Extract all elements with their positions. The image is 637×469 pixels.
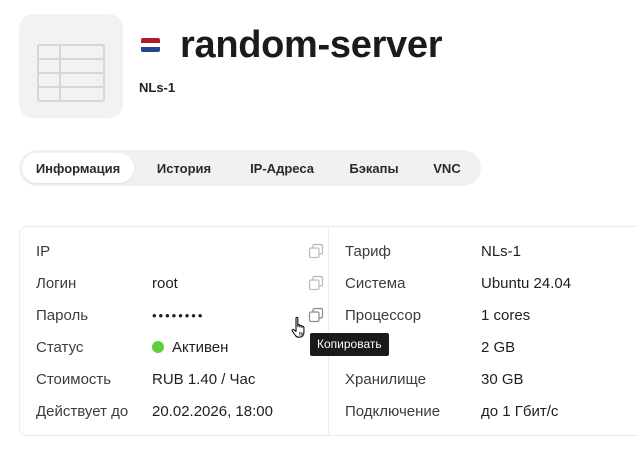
info-row-cost: Стоимость RUB 1.40 / Час (36, 363, 316, 395)
valid-until-label: Действует до (36, 402, 129, 420)
info-row-ip: IP (36, 235, 324, 267)
flag-stripe-blue (141, 47, 160, 52)
info-row-ram: 2 GB (345, 331, 637, 363)
info-row-login: Логин root (36, 267, 324, 299)
connection-value: до 1 Гбит/с (481, 402, 559, 420)
info-row-cpu: Процессор 1 cores (345, 299, 637, 331)
column-divider (328, 227, 329, 435)
tab-bar: Информация История IP-Адреса Бэкапы VNC (19, 150, 481, 186)
table-icon (37, 44, 105, 102)
ip-label: IP (36, 242, 51, 260)
login-label: Логин (36, 274, 77, 292)
copy-icon[interactable] (308, 275, 324, 291)
status-dot-icon (152, 341, 164, 353)
info-row-storage: Хранилище 30 GB (345, 363, 637, 395)
tab-history[interactable]: История (134, 153, 234, 183)
cost-value: RUB 1.40 / Час (152, 370, 256, 388)
storage-value: 30 GB (481, 370, 524, 388)
tab-ip-addresses[interactable]: IP-Адреса (234, 153, 330, 183)
netherlands-flag-icon (141, 38, 160, 52)
ram-value: 2 GB (481, 338, 516, 356)
cpu-label: Процессор (345, 306, 422, 324)
system-value: Ubuntu 24.04 (481, 274, 572, 292)
server-plan-code: NLs-1 (139, 80, 176, 95)
copy-icon[interactable] (308, 243, 324, 259)
cpu-value: 1 cores (481, 306, 531, 324)
cost-label: Стоимость (36, 370, 112, 388)
hand-pointer-icon (291, 316, 305, 338)
storage-label: Хранилище (345, 370, 426, 388)
status-value: Активен (172, 338, 229, 356)
info-row-valid-until: Действует до 20.02.2026, 18:00 (36, 395, 316, 427)
connection-label: Подключение (345, 402, 441, 420)
copy-icon[interactable] (308, 307, 324, 323)
server-info-card: IP Логин root Пароль •••••••• Статус Акт… (19, 226, 637, 436)
login-value: root (152, 274, 178, 292)
server-name: random-server (180, 24, 443, 66)
status-badge: Активен (152, 339, 228, 356)
info-row-system: Система Ubuntu 24.04 (345, 267, 637, 299)
server-thumbnail (19, 14, 123, 118)
info-row-password: Пароль •••••••• (36, 299, 324, 331)
tab-backups[interactable]: Бэкапы (330, 153, 418, 183)
tariff-value: NLs-1 (481, 242, 522, 260)
info-row-status: Статус Активен (36, 331, 316, 363)
status-label: Статус (36, 338, 84, 356)
tab-vnc[interactable]: VNC (418, 153, 476, 183)
copy-tooltip: Копировать (310, 333, 389, 356)
password-value: •••••••• (152, 307, 205, 323)
info-row-connection: Подключение до 1 Гбит/с (345, 395, 637, 427)
valid-until-value: 20.02.2026, 18:00 (152, 402, 273, 420)
tariff-label: Тариф (345, 242, 391, 260)
system-label: Система (345, 274, 406, 292)
password-label: Пароль (36, 306, 89, 324)
tab-info[interactable]: Информация (22, 153, 134, 183)
info-row-tariff: Тариф NLs-1 (345, 235, 637, 267)
